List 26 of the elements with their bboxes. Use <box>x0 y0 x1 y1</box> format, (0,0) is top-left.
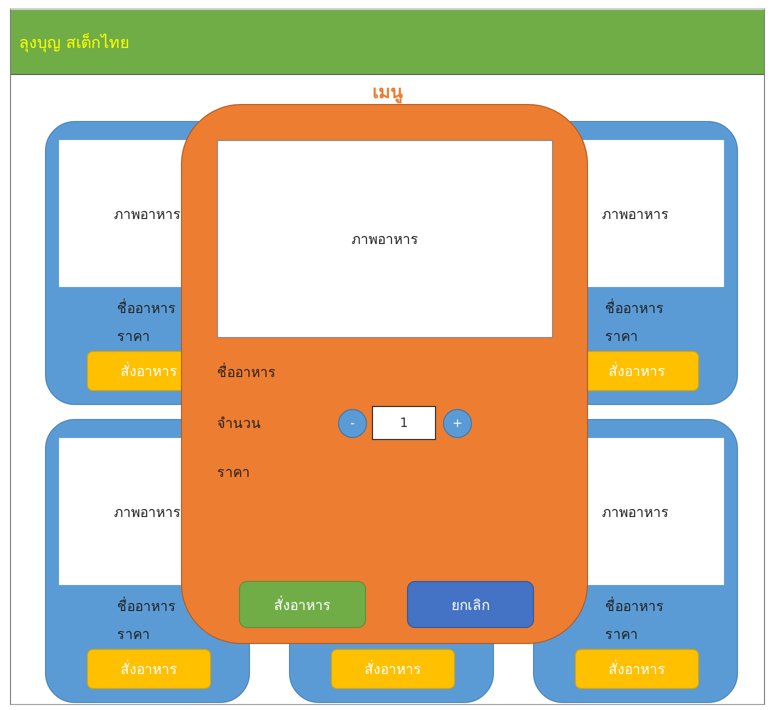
decrease-button[interactable]: - <box>338 408 367 438</box>
order-button[interactable]: สั่งอาหาร <box>575 649 699 689</box>
food-name-label: ชื่ออาหาร <box>59 593 236 621</box>
price-label: ราคา <box>604 626 639 645</box>
food-name-label: ชื่ออาหาร <box>217 353 553 393</box>
picture-caption: ภาพอาหาร <box>602 206 669 224</box>
order-button[interactable]: สั่งอาหาร <box>331 649 455 689</box>
quantity-label: จำนวน <box>217 415 262 434</box>
food-name-label: ชื่ออาหาร <box>59 295 236 323</box>
order-button[interactable]: สั่งอาหาร <box>87 649 211 689</box>
price-label: ราคา <box>217 464 251 483</box>
increase-button[interactable]: + <box>443 408 472 438</box>
price-label: ราคา <box>116 626 151 645</box>
quantity-field[interactable]: 1 <box>372 406 436 440</box>
order-button[interactable]: สั่งอาหาร <box>239 581 366 628</box>
picture-caption: ภาพอาหาร <box>602 504 669 522</box>
picture-caption: ภาพอาหาร <box>352 231 418 250</box>
picture-caption: ภาพอาหาร <box>114 206 181 224</box>
price-label: ราคา <box>604 328 639 347</box>
food-name-label: ชื่ออาหาร <box>547 593 724 621</box>
cancel-button[interactable]: ยกเลิก <box>407 581 534 628</box>
shop-title: ลุงบุญ สเต็กไทย <box>19 32 130 54</box>
picture-caption: ภาพอาหาร <box>114 504 181 522</box>
menu-heading: เมนู <box>372 82 402 103</box>
price-label: ราคา <box>116 328 151 347</box>
food-name-label: ชื่ออาหาร <box>547 295 724 323</box>
